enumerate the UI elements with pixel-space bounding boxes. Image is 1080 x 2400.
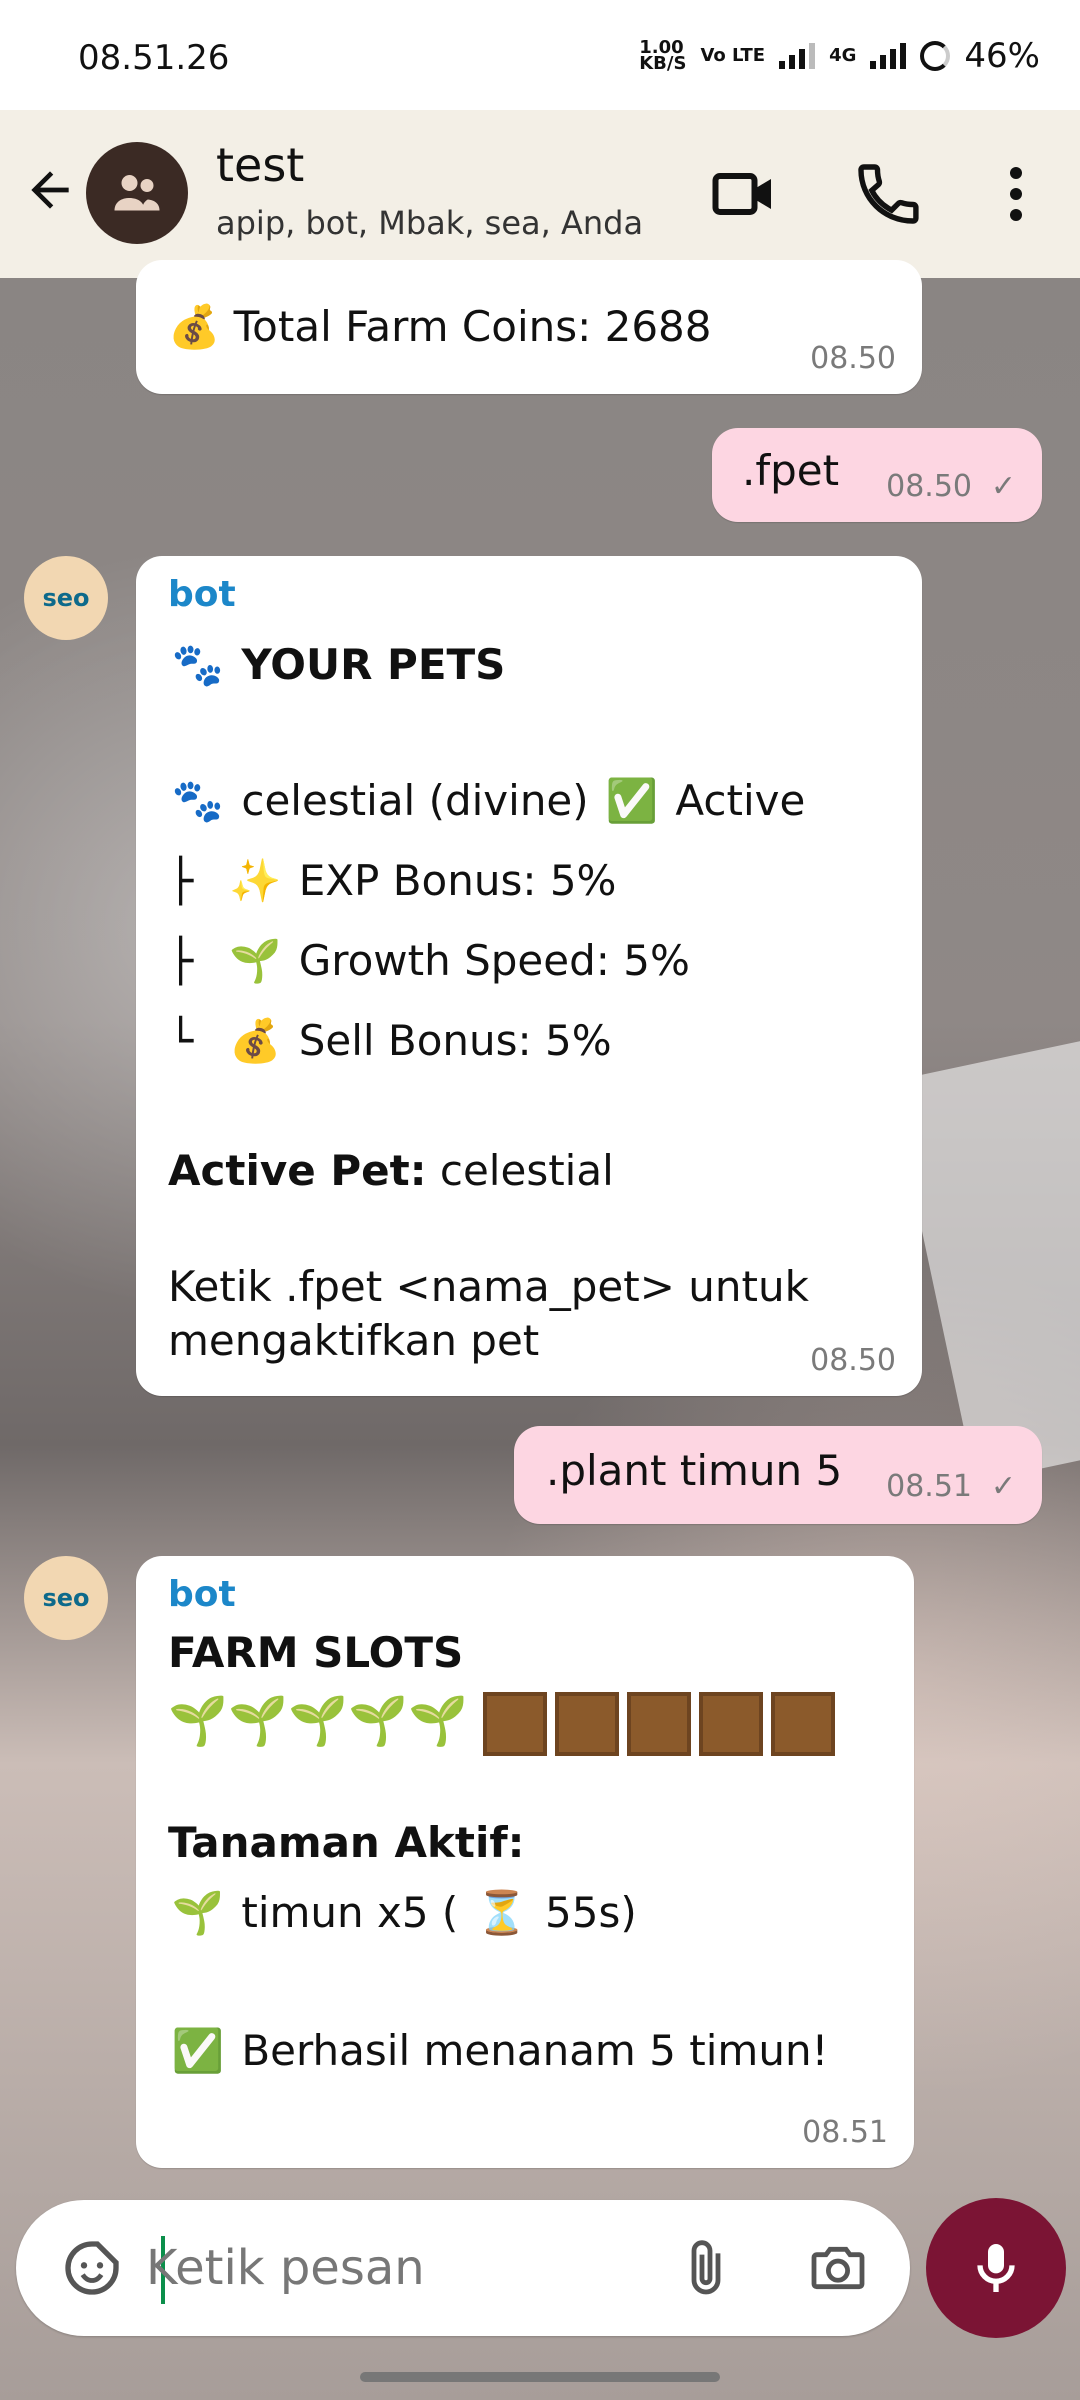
battery-icon <box>920 41 951 71</box>
chat-title[interactable]: test <box>216 138 304 192</box>
back-arrow-icon[interactable] <box>22 162 78 218</box>
network-speed: 1.00 KB/S <box>639 39 687 74</box>
more-vertical-icon[interactable] <box>980 158 1052 230</box>
bot-avatar[interactable]: seo <box>24 1556 108 1640</box>
video-call-icon[interactable] <box>708 158 780 230</box>
microphone-icon <box>977 2244 1015 2292</box>
bonus-line: ├ 🌱 Growth Speed: 5% <box>168 936 690 986</box>
bonus-line: ├ ✨ EXP Bonus: 5% <box>168 856 616 906</box>
success-line: ✅ Berhasil menanam 5 timun! <box>168 2026 829 2076</box>
seedling-icon: 🌱 <box>229 936 282 985</box>
success-text: Berhasil menanam 5 timun! <box>241 2026 829 2075</box>
sticker-icon[interactable] <box>60 2236 124 2300</box>
network-speed-unit: KB/S <box>639 53 687 74</box>
mobile-type: 4G <box>829 45 857 66</box>
group-avatar[interactable] <box>86 142 188 244</box>
seedling-icon: 🌱 <box>408 1693 468 1749</box>
message-bubble-incoming[interactable]: bot FARM SLOTS 🌱🌱🌱🌱🌱 Tanaman Aktif: 🌱 ti… <box>136 1556 914 2168</box>
instruction-line-1: Ketik .fpet <nama_pet> untuk <box>168 1262 809 1311</box>
chat-header: test apip, bot, Mbak, sea, Anda <box>0 110 1080 278</box>
bonus-sell: Sell Bonus: 5% <box>298 1016 612 1065</box>
message-text: .fpet <box>742 446 840 495</box>
status-bar: 08.51.26 1.00 KB/S Vo LTE 4G 46% <box>0 0 1080 110</box>
read-check-icon: ✓ <box>990 1469 1016 1504</box>
message-time: 08.50 <box>810 341 896 376</box>
active-plants-label: Tanaman Aktif: <box>168 1818 525 1867</box>
signal-bars-2 <box>870 43 907 69</box>
plant-time: 55s) <box>545 1888 637 1937</box>
group-icon <box>114 175 160 211</box>
pets-title: YOUR PETS <box>241 640 506 689</box>
message-time: 08.50 <box>810 1343 896 1378</box>
message-bubble-incoming[interactable]: 💰 Total Farm Coins: 2688 08.50 <box>136 260 922 394</box>
empty-slot-icon <box>483 1692 548 1756</box>
plant-name: timun x5 ( <box>241 1888 459 1937</box>
empty-slot-icon <box>699 1692 764 1756</box>
message-time: 08.50 <box>886 469 972 504</box>
status-time: 08.51.26 <box>78 38 230 78</box>
message-sender[interactable]: bot <box>168 574 236 615</box>
paw-icon: 🐾 <box>171 640 225 689</box>
signal-bars-1 <box>779 43 816 69</box>
volte-indicator: Vo LTE <box>700 45 766 66</box>
active-pet-value: celestial <box>439 1146 614 1195</box>
message-bubble-outgoing[interactable]: .plant timun 5 08.51 ✓ <box>514 1426 1042 1524</box>
seedling-icon: 🌱 <box>348 1693 408 1749</box>
bonus-line: └ 💰 Sell Bonus: 5% <box>168 1016 612 1066</box>
tree-branch-icon: ├ <box>168 936 194 985</box>
phone-call-icon[interactable] <box>852 158 924 230</box>
message-sender[interactable]: bot <box>168 1574 236 1615</box>
message-composer[interactable]: Ketik pesan <box>16 2200 910 2336</box>
read-check-icon: ✓ <box>990 469 1016 504</box>
active-pet-line: Active Pet: celestial <box>168 1146 614 1195</box>
farm-slots-title: FARM SLOTS <box>168 1628 464 1677</box>
paperclip-icon[interactable] <box>674 2236 738 2300</box>
hourglass-icon: ⏳ <box>475 1888 528 1937</box>
seedling-icon: 🌱 <box>228 1693 288 1749</box>
bonus-exp: EXP Bonus: 5% <box>298 856 617 905</box>
empty-slot-icon <box>555 1692 620 1756</box>
tree-end-icon: └ <box>168 1016 194 1065</box>
camera-icon[interactable] <box>806 2236 870 2300</box>
pet-status: Active <box>675 776 806 825</box>
empty-slot-icon <box>627 1692 692 1756</box>
battery-percent: 46% <box>964 36 1040 76</box>
check-box-icon: ✅ <box>605 776 659 825</box>
empty-slot-icon <box>771 1692 836 1756</box>
message-time: 08.51 <box>886 1469 972 1504</box>
pet-line: 🐾 celestial (divine) ✅ Active <box>168 776 805 826</box>
instruction-line-2: mengaktifkan pet <box>168 1316 540 1365</box>
status-icons: 1.00 KB/S Vo LTE 4G 46% <box>639 36 1040 76</box>
message-input[interactable]: Ketik pesan <box>146 2240 425 2296</box>
pets-title-line: 🐾 YOUR PETS <box>168 640 506 690</box>
tree-branch-icon: ├ <box>168 856 194 905</box>
paw-icon: 🐾 <box>171 776 225 825</box>
plant-line: 🌱 timun x5 ( ⏳ 55s) <box>168 1888 637 1938</box>
message-text: 💰 Total Farm Coins: 2688 <box>168 302 712 351</box>
seedling-icon: 🌱 <box>171 1888 225 1937</box>
home-indicator[interactable] <box>360 2372 720 2382</box>
check-box-icon: ✅ <box>171 2026 225 2075</box>
money-bag-icon: 💰 <box>229 1016 282 1065</box>
message-text: .plant timun 5 <box>546 1446 843 1495</box>
seedling-icon: 🌱 <box>288 1693 348 1749</box>
message-bubble-outgoing[interactable]: .fpet 08.50 ✓ <box>712 428 1042 522</box>
message-time: 08.51 <box>802 2115 888 2150</box>
active-pet-label: Active Pet: <box>168 1146 427 1195</box>
message-bubble-incoming[interactable]: bot 🐾 YOUR PETS 🐾 celestial (divine) ✅ A… <box>136 556 922 1396</box>
seedling-icon: 🌱 <box>168 1693 228 1749</box>
bonus-growth: Growth Speed: 5% <box>298 936 690 985</box>
bot-avatar[interactable]: seo <box>24 556 108 640</box>
mic-button[interactable] <box>926 2198 1066 2338</box>
farm-slots-row: 🌱🌱🌱🌱🌱 <box>168 1692 843 1756</box>
pet-name: celestial (divine) <box>241 776 589 825</box>
sparkles-icon: ✨ <box>229 856 282 905</box>
chat-members[interactable]: apip, bot, Mbak, sea, Anda <box>216 204 643 242</box>
